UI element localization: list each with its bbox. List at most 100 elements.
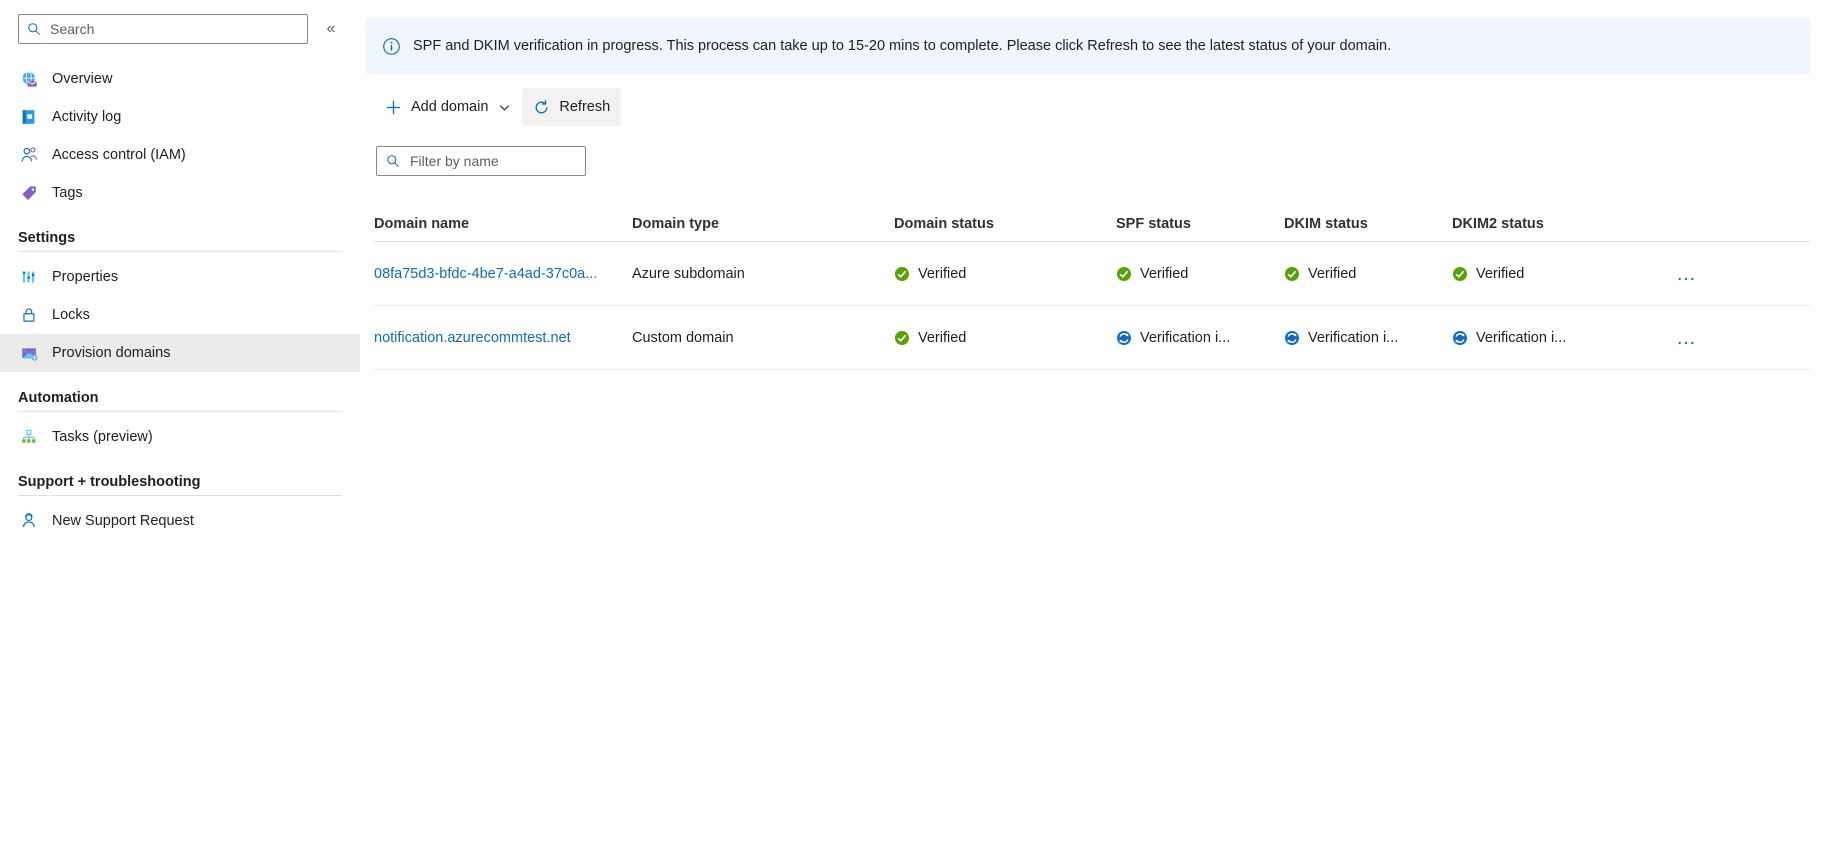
cell-spf-status: Verification i... — [1116, 330, 1284, 346]
row-more-options-button[interactable]: … — [1668, 264, 1705, 284]
cell-dkim-status: Verified — [1284, 266, 1452, 282]
table-row[interactable]: 08fa75d3-bfdc-4be7-a4ad-37c0a... Azure s… — [374, 242, 1810, 306]
sidebar-item-tags[interactable]: Tags — [0, 174, 360, 212]
cell-domain-type: Azure subdomain — [632, 265, 745, 282]
sidebar-item-label: Provision domains — [52, 345, 171, 361]
chevron-double-left-icon: « — [326, 20, 336, 37]
status-text: Verification i... — [1476, 329, 1567, 346]
sidebar-item-label: Tags — [52, 185, 83, 201]
plus-icon — [385, 99, 402, 116]
activity-log-icon — [18, 106, 40, 128]
filter-input-field[interactable] — [408, 152, 593, 170]
sidebar-item-tasks[interactable]: Tasks (preview) — [0, 418, 360, 456]
table-header-row: Domain name Domain type Domain status SP… — [374, 206, 1810, 242]
sidebar-item-locks[interactable]: Locks — [0, 296, 360, 334]
support-person-icon — [18, 510, 40, 532]
sync-circle-blue-icon — [1116, 330, 1132, 346]
sidebar-item-label: Access control (IAM) — [52, 147, 186, 163]
command-toolbar: Add domain Refresh — [366, 86, 1836, 128]
search-icon — [386, 154, 400, 168]
sidebar-group-divider — [18, 411, 342, 412]
status-text: Verified — [918, 329, 967, 346]
domain-name-link[interactable]: 08fa75d3-bfdc-4be7-a4ad-37c0a... — [374, 266, 614, 282]
cell-spf-status: Verified — [1116, 266, 1284, 282]
add-domain-label: Add domain — [411, 99, 489, 115]
tag-icon — [18, 182, 40, 204]
cell-domain-type: Custom domain — [632, 329, 734, 346]
cell-actions: … — [1632, 328, 1810, 348]
info-banner-text: SPF and DKIM verification in progress. T… — [413, 38, 1392, 54]
check-circle-green-icon — [1452, 266, 1468, 282]
main-content: SPF and DKIM verification in progress. T… — [360, 0, 1836, 860]
cell-domain-name: 08fa75d3-bfdc-4be7-a4ad-37c0a... — [374, 266, 632, 282]
sidebar: « Overview — [0, 0, 360, 860]
cell-domain-status: Verified — [894, 330, 1116, 346]
status-text: Verification i... — [1140, 329, 1231, 346]
check-circle-green-icon — [1116, 266, 1132, 282]
info-banner: SPF and DKIM verification in progress. T… — [366, 18, 1810, 74]
sync-circle-blue-icon — [1452, 330, 1468, 346]
refresh-button[interactable]: Refresh — [522, 88, 622, 126]
refresh-icon — [533, 99, 550, 116]
search-input[interactable] — [18, 14, 308, 44]
sidebar-group-title-support: Support + troubleshooting — [18, 474, 201, 490]
column-header-domain-name[interactable]: Domain name — [374, 216, 632, 232]
status-text: Verified — [1140, 265, 1189, 282]
search-input-field[interactable] — [48, 20, 299, 38]
sidebar-item-label: Properties — [52, 269, 119, 285]
cell-actions: … — [1632, 264, 1810, 284]
sync-circle-blue-icon — [1284, 330, 1300, 346]
sidebar-item-label: Activity log — [52, 109, 122, 125]
refresh-label: Refresh — [559, 99, 611, 115]
check-circle-green-icon — [894, 330, 910, 346]
cell-dkim-status: Verification i... — [1284, 330, 1452, 346]
mail-domain-icon — [18, 342, 40, 364]
sidebar-group-title-automation: Automation — [18, 390, 99, 406]
cell-dkim2-status: Verified — [1452, 266, 1632, 282]
column-header-dkim-status[interactable]: DKIM status — [1284, 216, 1452, 232]
sidebar-item-activity-log[interactable]: Activity log — [0, 98, 360, 136]
properties-icon — [18, 266, 40, 288]
domain-name-link[interactable]: notification.azurecommtest.net — [374, 330, 614, 346]
sidebar-item-label: Overview — [52, 71, 113, 87]
status-text: Verified — [918, 265, 967, 282]
sidebar-group-divider — [18, 251, 342, 252]
azure-portal-page: « Overview — [0, 0, 1836, 860]
search-icon — [27, 22, 41, 36]
column-header-spf-status[interactable]: SPF status — [1116, 216, 1284, 232]
globe-mail-icon — [18, 68, 40, 90]
column-header-domain-type[interactable]: Domain type — [632, 216, 894, 232]
sidebar-item-properties[interactable]: Properties — [0, 258, 360, 296]
info-circle-icon — [382, 37, 401, 56]
cell-domain-status: Verified — [894, 266, 1116, 282]
sidebar-search-row: « — [0, 14, 360, 44]
column-header-dkim2-status[interactable]: DKIM2 status — [1452, 216, 1632, 232]
people-icon — [18, 144, 40, 166]
row-more-options-button[interactable]: … — [1668, 328, 1705, 348]
collapse-sidebar-button[interactable]: « — [320, 16, 342, 42]
cell-dkim2-status: Verification i... — [1452, 330, 1632, 346]
sidebar-item-access-control[interactable]: Access control (IAM) — [0, 136, 360, 174]
sidebar-item-overview[interactable]: Overview — [0, 60, 360, 98]
tasks-tree-icon — [18, 426, 40, 448]
chevron-down-icon[interactable] — [498, 101, 511, 114]
status-text: Verified — [1308, 265, 1357, 282]
sidebar-item-provision-domains[interactable]: Provision domains — [0, 334, 360, 372]
filter-by-name-input[interactable] — [376, 146, 593, 176]
status-text: Verification i... — [1308, 329, 1399, 346]
add-domain-button[interactable]: Add domain — [374, 88, 522, 126]
table-row[interactable]: notification.azurecommtest.net Custom do… — [374, 306, 1810, 370]
sidebar-item-new-support-request[interactable]: New Support Request — [0, 502, 360, 540]
check-circle-green-icon — [894, 266, 910, 282]
lock-icon — [18, 304, 40, 326]
check-circle-green-icon — [1284, 266, 1300, 282]
status-text: Verified — [1476, 265, 1525, 282]
sidebar-group-title-settings: Settings — [18, 230, 76, 246]
sidebar-group-divider — [18, 495, 342, 496]
domains-table: Domain name Domain type Domain status SP… — [374, 206, 1810, 370]
column-header-domain-status[interactable]: Domain status — [894, 216, 1116, 232]
sidebar-item-label: New Support Request — [52, 513, 194, 529]
filter-row — [368, 146, 1836, 176]
sidebar-item-label: Locks — [52, 307, 90, 323]
cell-domain-name: notification.azurecommtest.net — [374, 330, 632, 346]
